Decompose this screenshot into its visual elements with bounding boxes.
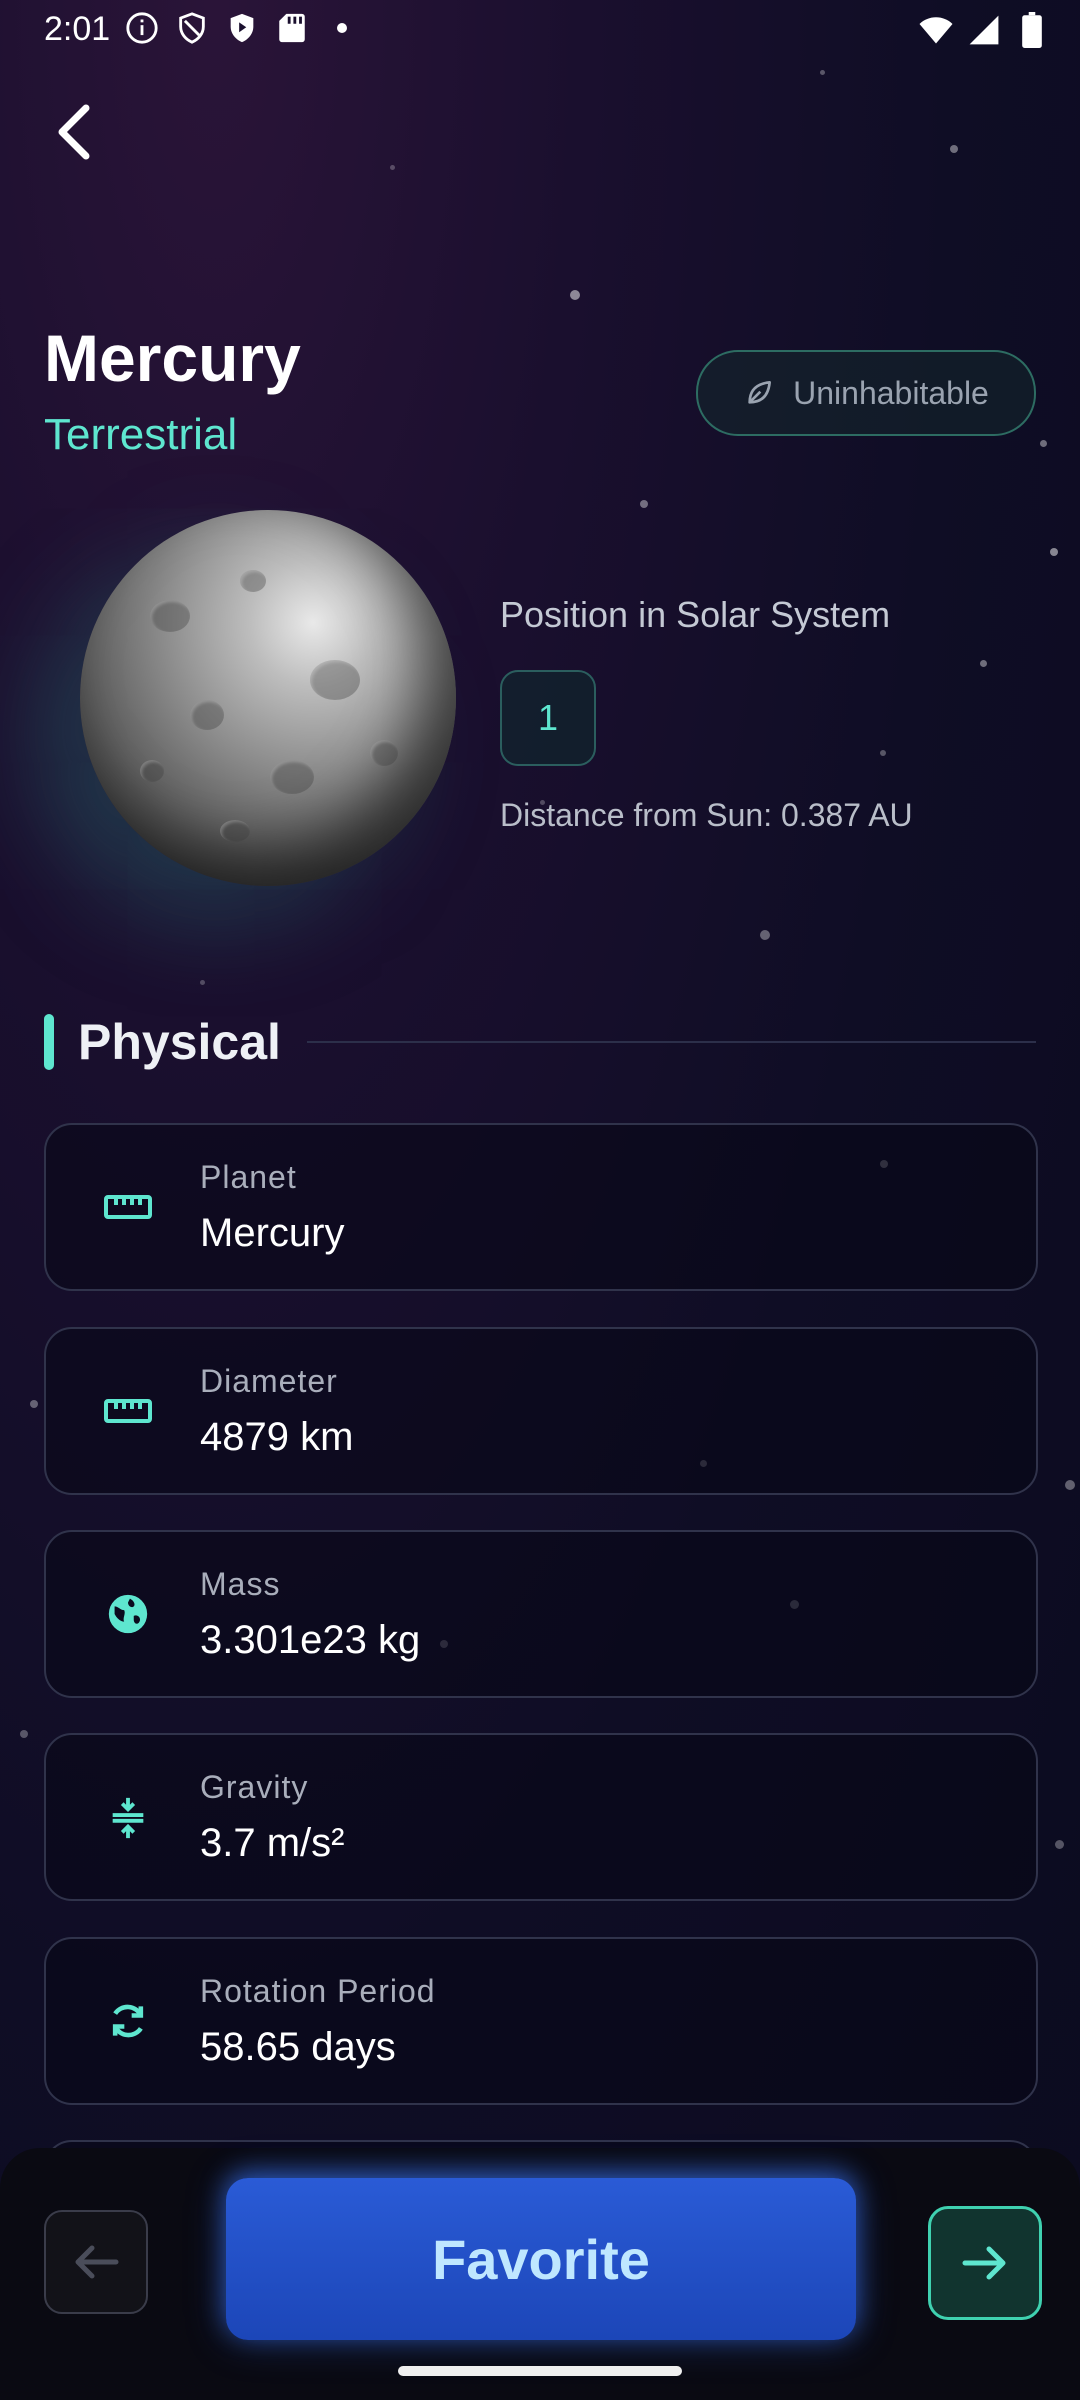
leaf-icon <box>748 381 772 404</box>
status-icons-left <box>124 10 360 46</box>
stat-value: 3.301e23 kg <box>200 1618 421 1662</box>
shield-icon <box>174 10 210 46</box>
stat-value: 3.7 m/s² <box>200 1821 345 1865</box>
planet-type: Terrestrial <box>44 410 238 459</box>
gravity-icon <box>98 1787 158 1847</box>
stat-card-gravity: Gravity 3.7 m/s² <box>44 1733 1038 1901</box>
previous-planet-button[interactable] <box>44 2210 148 2314</box>
notification-dot-icon <box>324 10 360 46</box>
position-value: 1 <box>500 670 596 766</box>
stat-card-planet: Planet Mercury <box>44 1123 1038 1291</box>
stat-label: Planet <box>200 1159 297 1195</box>
section-divider <box>306 1041 1036 1043</box>
stat-label: Mass <box>200 1566 281 1602</box>
next-planet-button[interactable] <box>928 2206 1042 2320</box>
habitability-label: Uninhabitable <box>793 374 989 411</box>
stat-value: 4879 km <box>200 1415 354 1459</box>
section-title: Physical <box>78 1014 281 1070</box>
arrow-left-icon <box>75 2245 119 2279</box>
status-time: 2:01 <box>44 10 111 48</box>
chevron-left-icon <box>58 104 90 160</box>
wifi-icon <box>918 12 954 48</box>
sd-card-icon <box>274 10 310 46</box>
stat-card-rotation-period: Rotation Period 58.65 days <box>44 1937 1038 2105</box>
position-label: Position in Solar System <box>500 594 891 635</box>
battery-icon <box>1014 12 1050 48</box>
arrow-right-icon <box>962 2246 1006 2280</box>
section-header-physical: Physical <box>44 1010 1036 1074</box>
status-icons-right <box>918 12 1050 48</box>
back-button[interactable] <box>46 100 102 164</box>
ruler-icon <box>98 1381 158 1441</box>
stat-value: 58.65 days <box>200 2025 396 2069</box>
planet-title: Mercury <box>44 321 301 395</box>
stat-card-diameter: Diameter 4879 km <box>44 1327 1038 1495</box>
stat-label: Gravity <box>200 1769 309 1805</box>
rotation-icon <box>98 1991 158 2051</box>
stat-card-mass: Mass 3.301e23 kg <box>44 1530 1038 1698</box>
planet-image <box>80 510 456 886</box>
play-shield-icon <box>224 10 260 46</box>
section-accent-bar <box>44 1014 54 1070</box>
favorite-button[interactable]: Favorite <box>226 2178 856 2340</box>
stat-label: Rotation Period <box>200 1973 436 2009</box>
cellular-signal-icon <box>966 12 1002 48</box>
ruler-icon <box>98 1177 158 1237</box>
stat-label: Diameter <box>200 1363 338 1399</box>
info-icon <box>124 10 160 46</box>
globe-icon <box>98 1584 158 1644</box>
distance-from-sun: Distance from Sun: 0.387 AU <box>500 797 913 833</box>
status-bar: 2:01 <box>0 0 1080 64</box>
stat-value: Mercury <box>200 1211 345 1255</box>
habitability-badge: Uninhabitable <box>696 350 1036 436</box>
home-indicator[interactable] <box>398 2366 682 2376</box>
